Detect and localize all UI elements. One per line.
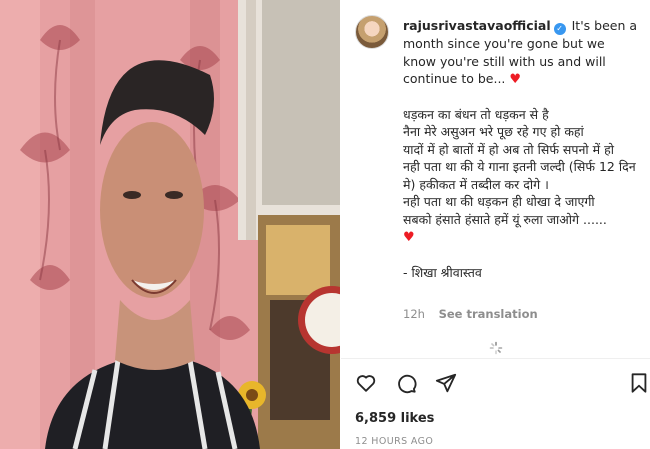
divider bbox=[341, 358, 650, 359]
red-heart-emoji: ♥ bbox=[403, 230, 415, 245]
verified-badge-icon: ✓ bbox=[553, 23, 566, 35]
heart-outline-icon[interactable] bbox=[355, 372, 377, 394]
post-photo bbox=[0, 0, 340, 449]
bookmark-icon[interactable] bbox=[628, 372, 650, 394]
loading-spinner-icon bbox=[489, 341, 503, 355]
post-caption: rajusrivastavaofficial ✓ It's been a mont… bbox=[403, 17, 641, 281]
lyric-line: धड़कन का बंधन तो धड़कन से है bbox=[403, 106, 549, 122]
time-ago-short: 12h bbox=[403, 307, 425, 321]
post-media[interactable] bbox=[0, 0, 340, 449]
see-translation-link[interactable]: See translation bbox=[439, 307, 538, 321]
lyric-line: नैना मेरे असुअन भरे पूछ रहे गए हो कहां bbox=[403, 124, 584, 139]
caption-meta: 12h See translation bbox=[403, 307, 538, 321]
paper-plane-icon[interactable] bbox=[435, 372, 457, 394]
red-heart-emoji: ♥ bbox=[509, 72, 522, 87]
action-bar bbox=[355, 372, 650, 394]
lyric-line: यादों में हो बातों में हो अब तो सिर्फ सप… bbox=[403, 141, 614, 157]
avatar[interactable] bbox=[355, 15, 389, 49]
caption-signature: - शिखा श्रीवास्तव bbox=[403, 264, 482, 280]
username-link[interactable]: rajusrivastavaofficial bbox=[403, 18, 551, 33]
comment-bubble-icon[interactable] bbox=[395, 372, 417, 394]
likes-count[interactable]: 6,859 likes bbox=[355, 411, 434, 426]
lyrics-block: धड़कन का बंधन तो धड़कन से है नैना मेरे अ… bbox=[403, 106, 641, 247]
post-timestamp[interactable]: 12 HOURS AGO bbox=[355, 436, 433, 447]
post-side-panel: rajusrivastavaofficial ✓ It's been a mont… bbox=[341, 0, 650, 449]
lyric-line: नही पता था की धड़कन ही धोखा दे जाएगी bbox=[403, 194, 595, 209]
lyric-line: सबको हंसाते हंसाते हमें यूं रुला जाओगे .… bbox=[403, 211, 607, 227]
lyric-line: नही पता था की ये गाना इतनी जल्दी (सिर्फ … bbox=[403, 159, 636, 192]
